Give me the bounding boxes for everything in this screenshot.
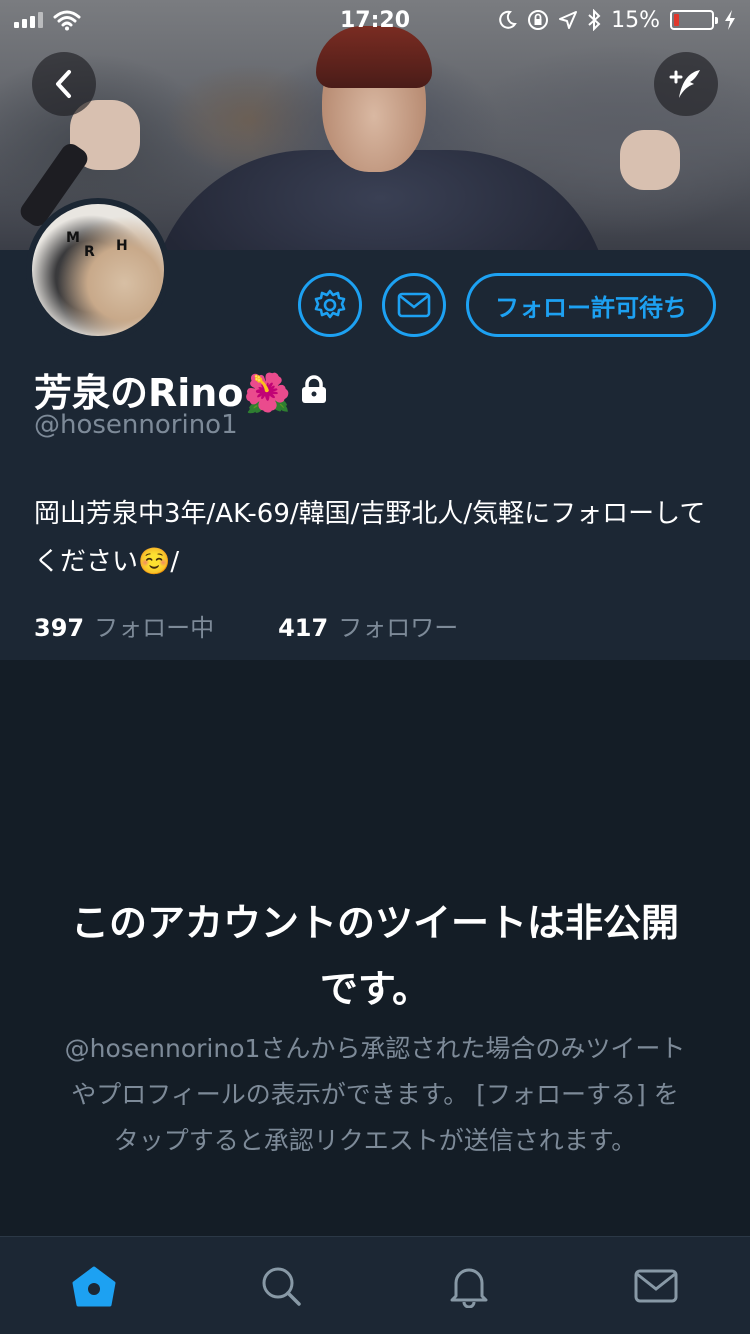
battery-icon: [670, 10, 718, 30]
followers-label: フォロワー: [338, 614, 459, 642]
gear-icon: [314, 289, 346, 319]
following-stat[interactable]: 397 フォロー中: [34, 608, 214, 643]
followers-stat[interactable]: 417 フォロワー: [278, 608, 458, 643]
tab-messages[interactable]: [616, 1246, 696, 1326]
avatar-letter-m: M: [66, 230, 80, 246]
followers-count: 417: [278, 614, 329, 642]
status-time: 17:20: [339, 8, 411, 33]
tab-bar: [0, 1236, 750, 1334]
private-account-title: このアカウントのツイートは非公開です。: [70, 901, 679, 1011]
display-name-row: 芳泉のRino🌺: [34, 362, 329, 417]
follow-pending-button[interactable]: フォロー許可待ち: [466, 273, 716, 337]
settings-button[interactable]: [298, 273, 362, 337]
display-name: 芳泉のRino🌺: [34, 371, 291, 415]
tab-home[interactable]: [54, 1246, 134, 1326]
following-label: フォロー中: [94, 614, 215, 642]
envelope-icon: [397, 292, 431, 318]
home-icon: [72, 1266, 116, 1306]
back-button[interactable]: [32, 52, 96, 116]
private-account-description: @hosennorino1さんから承認された場合のみツイートやプロフィールの表示…: [64, 1034, 686, 1155]
banner-hand-right: [620, 130, 680, 190]
tab-search[interactable]: [241, 1246, 321, 1326]
avatar[interactable]: M R H: [26, 198, 170, 342]
chevron-left-icon: [56, 70, 71, 98]
avatar-letter-r: R: [84, 244, 95, 260]
lock-icon: [301, 374, 326, 403]
message-button[interactable]: [382, 273, 446, 337]
bell-icon: [450, 1268, 488, 1308]
avatar-letter-h: H: [116, 238, 128, 254]
status-bar: 17:20 15%: [0, 0, 750, 40]
profile-stats: 397 フォロー中 417 フォロワー: [34, 608, 458, 643]
compose-tweet-icon: [669, 70, 700, 98]
user-handle: @hosennorino1: [34, 410, 238, 440]
search-icon: [262, 1267, 301, 1306]
following-count: 397: [34, 614, 85, 642]
envelope-icon: [634, 1269, 678, 1302]
tab-notifications[interactable]: [429, 1246, 509, 1326]
profile-bio: 岡山芳泉中3年/AK-69/韓国/吉野北人/気軽にフォローしてください☺️/: [34, 499, 706, 577]
compose-tweet-button[interactable]: [654, 52, 718, 116]
